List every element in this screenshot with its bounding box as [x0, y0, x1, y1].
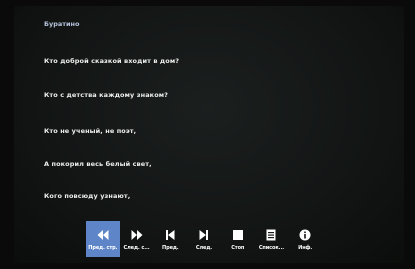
stop-icon: [232, 230, 243, 240]
lyric-line: Кто с детства каждому знаком?: [44, 91, 169, 99]
prev-label: Пред.: [162, 245, 179, 251]
stop-label: Стоп: [231, 245, 245, 251]
info-icon: [299, 229, 311, 241]
next-verse-button[interactable]: След. с...: [120, 221, 154, 257]
list-icon: [266, 229, 276, 241]
rewind-icon: [97, 230, 109, 240]
lyric-line: Кто не ученый, не поэт,: [44, 127, 137, 135]
prev-button[interactable]: Пред.: [153, 221, 187, 257]
skip-previous-icon: [166, 230, 175, 240]
next-verse-label: След. с...: [123, 245, 150, 251]
fast-forward-icon: [131, 230, 143, 240]
lyric-line: Кто доброй сказкой входит в дом?: [44, 57, 180, 65]
song-title: Буратино: [44, 20, 80, 28]
stop-button[interactable]: Стоп: [221, 221, 255, 257]
lyric-line: А покорил весь белый свет,: [44, 160, 152, 168]
next-button[interactable]: След.: [187, 221, 221, 257]
playback-toolbar: Пред. стр. След. с... Пред. След. Стоп С…: [86, 221, 322, 257]
skip-next-icon: [199, 230, 209, 240]
prev-verse-button[interactable]: Пред. стр.: [86, 221, 120, 257]
next-label: След.: [195, 245, 213, 251]
prev-verse-label: Пред. стр.: [88, 245, 118, 251]
lyric-line: Кого повсюду узнают,: [44, 192, 131, 200]
info-button[interactable]: Инф.: [288, 221, 322, 257]
info-label: Инф.: [298, 245, 313, 251]
list-label: Список...: [258, 245, 285, 251]
list-button[interactable]: Список...: [255, 221, 289, 257]
